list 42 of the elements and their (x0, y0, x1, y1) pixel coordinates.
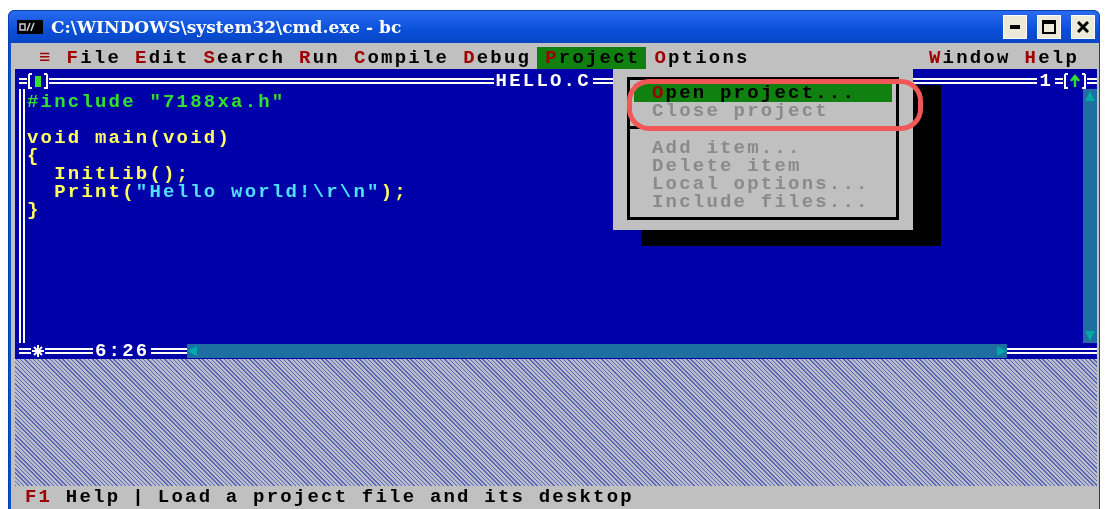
menu-item[interactable]: Window (920, 47, 1017, 69)
cursor-position: 6:26 (94, 343, 151, 359)
window-number: 1 (1038, 73, 1054, 89)
close-button[interactable] (1071, 15, 1095, 39)
maximize-button[interactable] (1037, 15, 1061, 39)
menu-item[interactable]: Edit (127, 47, 196, 69)
zoom-box-icon[interactable] (1063, 73, 1087, 89)
frame-border-line (1087, 78, 1097, 84)
maximize-icon (1042, 20, 1056, 34)
frame-border-line (1055, 78, 1063, 84)
menu-item[interactable]: Compile (345, 47, 456, 69)
frame-border-line (45, 348, 93, 354)
menu-item[interactable]: ≡ (31, 47, 59, 69)
menu-item[interactable]: Help (1016, 47, 1085, 69)
code-line: Print("Hello world!\r\n"); (53, 183, 408, 201)
menu-item[interactable]: File (58, 47, 128, 69)
code-line: { (27, 147, 41, 165)
menu-option[interactable]: Open project... (634, 84, 892, 102)
menu-item[interactable]: Debug (455, 47, 538, 69)
scroll-right-arrow-icon[interactable] (997, 346, 1008, 356)
close-icon (1077, 21, 1089, 33)
minimize-button[interactable] (1003, 15, 1027, 39)
frame-border-line (19, 78, 27, 84)
status-divider: | (132, 486, 146, 508)
menu-item[interactable]: Search (195, 47, 292, 69)
menu-item[interactable]: Run (291, 47, 346, 69)
code-line: InitLib(); (53, 165, 191, 183)
horizontal-scrollbar[interactable] (187, 344, 1008, 358)
minimize-icon (1010, 25, 1020, 29)
help-key[interactable]: F1 Help (25, 486, 121, 508)
status-message: Load a project file and its desktop (157, 486, 634, 508)
menu-item[interactable]: Options (646, 47, 756, 69)
frame-border-line (19, 348, 31, 354)
code-line: void main(void) (27, 129, 232, 147)
window-title: C:\WINDOWS\system32\cmd.exe - bc (51, 17, 403, 37)
code-line: #include "7188xa.h" (27, 93, 286, 111)
menu-item[interactable]: Project (537, 47, 647, 69)
resize-star-icon (31, 344, 45, 358)
code-line: } (27, 201, 41, 219)
editor-title: HELLO.C (494, 73, 592, 89)
console-icon (17, 20, 43, 34)
close-box-icon[interactable] (27, 73, 49, 89)
